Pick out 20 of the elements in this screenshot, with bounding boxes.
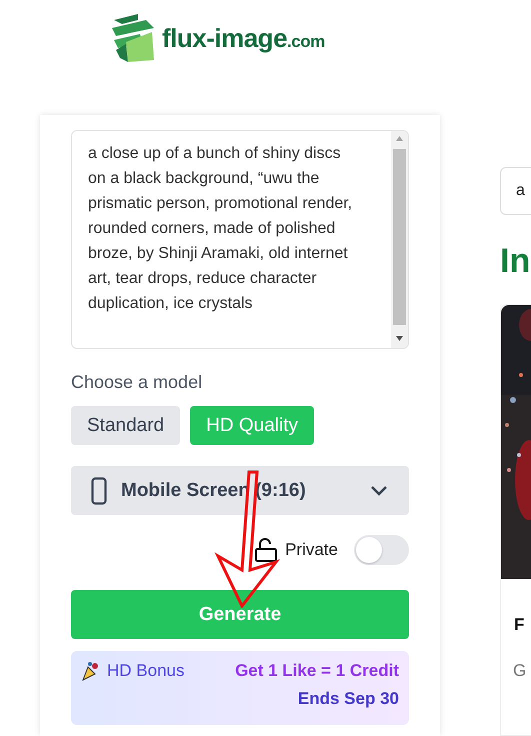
prompt-field[interactable]: a close up of a bunch of shiny discs on a black background, “uwu the prismatic person, promotional render, rounded corners, made of polished broze, by Shinji Aramaki, old internet art, tear drops, reduce character duplication, ice crystals: [71, 130, 409, 349]
model-option[interactable]: Standard: [71, 406, 180, 445]
model-label: Choose a model: [71, 372, 204, 393]
private-toggle[interactable]: [354, 535, 409, 565]
party-popper-icon: [81, 661, 101, 681]
bonus-offer: Get 1 Like = 1 Credit: [235, 661, 399, 681]
image-card[interactable]: F G: [500, 304, 531, 736]
card-subtitle: G: [513, 661, 526, 681]
logo-name[interactable]: flux-image.com: [162, 22, 325, 54]
card-title: F: [514, 615, 524, 635]
bonus-title-text: HD Bonus: [107, 661, 184, 681]
unlock-icon: [255, 538, 278, 562]
search-field[interactable]: a: [500, 167, 531, 215]
logo-icon: [112, 14, 156, 62]
section-heading: In: [500, 241, 531, 281]
phone-icon: [91, 476, 107, 504]
private-label: Private: [285, 540, 338, 560]
bonus-end-date: Ends Sep 30: [298, 689, 399, 709]
scrollbar[interactable]: [391, 131, 408, 348]
chevron-icon: [371, 486, 387, 496]
